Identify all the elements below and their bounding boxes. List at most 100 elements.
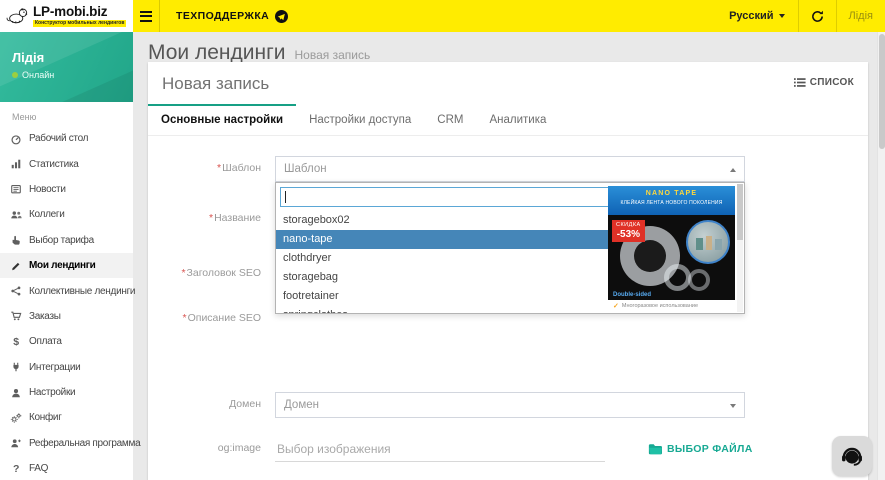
sidebar-item-label: Заказы bbox=[29, 311, 61, 322]
language-selector[interactable]: Русский bbox=[716, 0, 797, 32]
sidebar: Лідія Онлайн Меню Рабочий стол Статистик… bbox=[0, 32, 133, 480]
dropdown-scrollbar-thumb[interactable] bbox=[737, 184, 743, 240]
online-status-icon bbox=[12, 72, 18, 78]
template-select[interactable]: Шаблон bbox=[275, 156, 745, 182]
support-label: ТЕХПОДДЕРЖКА bbox=[176, 10, 269, 22]
sidebar-item-collective-landings[interactable]: Коллективные лендинги bbox=[0, 278, 133, 303]
template-preview-thumbnail[interactable]: NANO TAPE КЛЕЙКАЯ ЛЕНТА НОВОГО ПОКОЛЕНИЯ… bbox=[608, 186, 735, 312]
tab-crm[interactable]: CRM bbox=[424, 104, 476, 135]
domain-row: Домен Домен bbox=[162, 392, 854, 418]
content-header: Мои лендинги Новая запись bbox=[133, 32, 877, 65]
support-chat-button[interactable] bbox=[832, 436, 872, 476]
sidebar-item-label: Статистика bbox=[29, 159, 79, 170]
sidebar-item-label: Интеграции bbox=[29, 362, 80, 373]
domain-select-value: Домен bbox=[284, 399, 319, 411]
sidebar-item-orders[interactable]: Заказы bbox=[0, 304, 133, 329]
user-menu[interactable]: Лідія bbox=[837, 0, 885, 32]
user-profile-panel: Лідія Онлайн bbox=[0, 32, 133, 102]
template-label: *Шаблон bbox=[162, 156, 275, 182]
template-select-value: Шаблон bbox=[284, 163, 327, 175]
required-asterisk: * bbox=[209, 212, 213, 224]
og-image-control: ВЫБОР ФАЙЛА bbox=[275, 436, 854, 462]
sidebar-item-payment[interactable]: $ Оплата bbox=[0, 329, 133, 354]
tab-bar: Основные настройки Настройки доступа CRM… bbox=[148, 104, 868, 136]
sidebar-menu: Рабочий стол Статистика Новости Коллеги … bbox=[0, 126, 133, 480]
profile-status: Онлайн bbox=[12, 70, 121, 80]
card-header: Новая запись СПИСОК bbox=[148, 62, 868, 104]
page-scrollbar-thumb[interactable] bbox=[879, 34, 885, 149]
og-image-row: og:image ВЫБОР ФАЙЛА bbox=[162, 436, 854, 462]
sidebar-item-settings[interactable]: Настройки bbox=[0, 380, 133, 405]
tab-access-settings[interactable]: Настройки доступа bbox=[296, 104, 424, 135]
template-option[interactable]: footretainer bbox=[276, 287, 610, 306]
sidebar-item-referral[interactable]: Реферальная программа bbox=[0, 431, 133, 456]
list-button[interactable]: СПИСОК bbox=[794, 77, 854, 88]
template-option[interactable]: springclothes bbox=[276, 306, 610, 313]
dashboard-icon bbox=[10, 133, 22, 145]
cart-icon bbox=[10, 310, 22, 322]
template-option[interactable]: storagebox02 bbox=[276, 211, 610, 230]
sidebar-item-news[interactable]: Новости bbox=[0, 177, 133, 202]
sidebar-item-label: FAQ bbox=[29, 463, 48, 474]
name-label: *Название bbox=[162, 206, 275, 232]
sidebar-item-label: Коллеги bbox=[29, 209, 65, 220]
telegram-icon bbox=[275, 10, 288, 23]
sidebar-item-colleagues[interactable]: Коллеги bbox=[0, 202, 133, 227]
preview-header: NANO TAPE КЛЕЙКАЯ ЛЕНТА НОВОГО ПОКОЛЕНИЯ bbox=[608, 186, 735, 215]
refresh-button[interactable] bbox=[799, 0, 836, 32]
username-label: Лідія bbox=[849, 10, 873, 22]
tape-loop-graphic bbox=[664, 264, 691, 291]
headset-icon bbox=[839, 443, 865, 469]
sidebar-item-label: Настройки bbox=[29, 387, 75, 398]
logo[interactable]: LP-mobi.biz Конструктор мобильных лендин… bbox=[0, 0, 133, 32]
sidebar-item-faq[interactable]: ? FAQ bbox=[0, 456, 133, 480]
folder-icon bbox=[648, 443, 662, 455]
hand-pointer-icon bbox=[10, 234, 22, 246]
chevron-up-icon bbox=[730, 168, 736, 172]
sidebar-toggle-button[interactable] bbox=[133, 0, 160, 32]
page-subtitle: Новая запись bbox=[294, 48, 370, 62]
support-link[interactable]: ТЕХПОДДЕРЖКА bbox=[160, 0, 304, 32]
template-option-selected[interactable]: nano-tape bbox=[276, 230, 610, 249]
template-option[interactable]: clothdryer bbox=[276, 249, 610, 268]
file-select-button[interactable]: ВЫБОР ФАЙЛА bbox=[648, 443, 753, 455]
chevron-down-icon bbox=[730, 404, 736, 408]
domain-label: Домен bbox=[162, 392, 275, 418]
sidebar-item-integrations[interactable]: Интеграции bbox=[0, 355, 133, 380]
tab-main-settings[interactable]: Основные настройки bbox=[148, 104, 296, 135]
discount-badge: СКИДКА -53% bbox=[612, 220, 645, 242]
sidebar-item-tariff[interactable]: Выбор тарифа bbox=[0, 228, 133, 253]
sidebar-item-label: Реферальная программа bbox=[29, 438, 140, 449]
text-cursor bbox=[285, 191, 286, 203]
form-card: Новая запись СПИСОК Основные настройки Н… bbox=[148, 62, 868, 480]
template-control: Шаблон storagebox02 nano-tape clothdryer… bbox=[275, 156, 854, 182]
tab-analytics[interactable]: Аналитика bbox=[476, 104, 559, 135]
og-image-input[interactable] bbox=[275, 436, 605, 462]
template-row: *Шаблон Шаблон storagebox02 nano bbox=[162, 156, 854, 182]
sidebar-item-label: Новости bbox=[29, 184, 66, 195]
refresh-icon bbox=[811, 10, 824, 23]
sidebar-item-label: Коллективные лендинги bbox=[29, 286, 135, 297]
template-option[interactable]: storagebag bbox=[276, 268, 610, 287]
domain-select[interactable]: Домен bbox=[275, 392, 745, 418]
share-icon bbox=[10, 285, 22, 297]
sidebar-item-dashboard[interactable]: Рабочий стол bbox=[0, 126, 133, 151]
preview-caption: Double-sided bbox=[613, 292, 651, 298]
newspaper-icon bbox=[10, 183, 22, 195]
chevron-down-icon bbox=[779, 14, 785, 18]
og-image-label: og:image bbox=[162, 436, 275, 462]
preview-title: NANO TAPE bbox=[608, 190, 735, 197]
tape-loop-graphic bbox=[688, 269, 710, 291]
sidebar-item-label: Рабочий стол bbox=[29, 133, 88, 144]
template-search-input[interactable] bbox=[280, 187, 610, 207]
app-window: LP-mobi.biz Конструктор мобильных лендин… bbox=[0, 0, 885, 480]
users-icon bbox=[10, 209, 22, 221]
question-icon: ? bbox=[10, 463, 22, 475]
profile-status-label: Онлайн bbox=[22, 70, 54, 80]
file-select-label: ВЫБОР ФАЙЛА bbox=[667, 443, 753, 455]
page-scrollbar bbox=[877, 32, 885, 480]
sidebar-item-config[interactable]: Конфиг bbox=[0, 405, 133, 430]
logo-text: LP-mobi.biz Конструктор мобильных лендин… bbox=[33, 5, 126, 28]
sidebar-item-statistics[interactable]: Статистика bbox=[0, 151, 133, 176]
sidebar-item-my-landings[interactable]: Мои лендинги bbox=[0, 253, 133, 278]
